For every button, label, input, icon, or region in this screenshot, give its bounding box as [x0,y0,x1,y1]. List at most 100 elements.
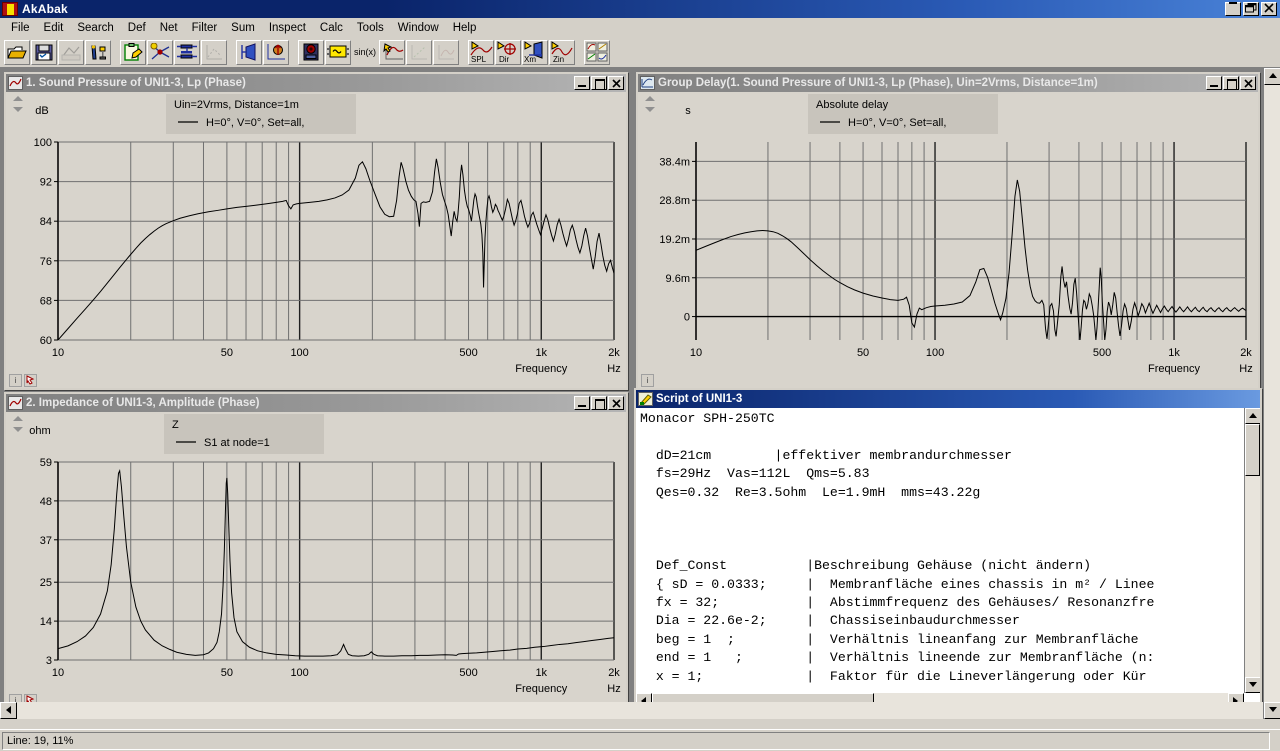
spl-maximize-button[interactable] [591,76,607,90]
menu-search[interactable]: Search [70,20,120,36]
imp-maximize-button[interactable] [591,396,607,410]
cursor-curve-icon[interactable] [379,40,405,65]
menu-help[interactable]: Help [446,20,484,36]
svg-text:Absolute delay: Absolute delay [816,99,889,111]
svg-text:50: 50 [857,347,869,359]
save-icon[interactable] [31,40,57,65]
mdi-vscroll-track[interactable] [1264,85,1280,702]
mdi-hscroll-track[interactable] [17,702,1263,719]
chart-window-icon [8,76,23,90]
svg-text:10: 10 [52,347,64,359]
window-group-delay-titlebar[interactable]: Group Delay(1. Sound Pressure of UNI1-3,… [638,74,1258,92]
window-script[interactable]: Script of UNI1-3 Monacor SPH-250TC dD=21… [634,388,1262,711]
driver-icon[interactable] [236,40,262,65]
window-group-delay-title: Group Delay(1. Sound Pressure of UNI1-3,… [658,77,1206,89]
mdi-scroll-left-button[interactable] [0,702,17,719]
minimize-button[interactable] [1225,2,1241,16]
mdi-scroll-down-button[interactable] [1264,702,1280,719]
menu-edit[interactable]: Edit [37,20,71,36]
xm-icon[interactable]: Xm [522,40,548,65]
paste-graph-icon[interactable] [85,40,111,65]
svg-text:s: s [685,105,691,117]
main-window-controls [1225,2,1277,16]
spl-close-button[interactable] [608,76,624,90]
multiplot-icon[interactable] [584,40,610,65]
menu-window[interactable]: Window [391,20,446,36]
group-delay-plot[interactable]: 09.6m19.2m28.8m38.4ms10501005001k2kFrequ… [638,92,1258,388]
enclosure-icon[interactable] [298,40,324,65]
svg-text:Hz: Hz [607,683,620,695]
window-script-titlebar[interactable]: Script of UNI1-3 [636,390,1260,408]
window-group-delay[interactable]: Group Delay(1. Sound Pressure of UNI1-3,… [636,72,1260,390]
gd-info-icon[interactable]: i [641,374,654,387]
imp-minimize-button[interactable] [574,396,590,410]
menu-tools[interactable]: Tools [350,20,391,36]
menu-inspect[interactable]: Inspect [262,20,313,36]
gd-close-button[interactable] [1240,76,1256,90]
svg-text:9.6m: 9.6m [666,273,690,285]
spl-plot[interactable]: 6068768492100dB10501005001k2kFrequencyHz… [6,92,626,388]
mdi-horizontal-scrollbar[interactable] [0,702,1263,719]
script-editor-body[interactable]: Monacor SPH-250TC dD=21cm |effektiver me… [636,408,1260,709]
script-vertical-scrollbar[interactable] [1244,408,1260,693]
svg-text:76: 76 [40,256,52,268]
mdi-scroll-up-button[interactable] [1264,68,1280,85]
svg-text:28.8m: 28.8m [659,195,690,207]
menu-def[interactable]: Def [121,20,153,36]
window-impedance-titlebar[interactable]: 2. Impedance of UNI1-3, Amplitude (Phase… [6,394,626,412]
gd-minimize-button[interactable] [1206,76,1222,90]
print-icon[interactable] [58,40,84,65]
open-icon[interactable] [4,40,30,65]
svg-text:Hz: Hz [607,363,620,375]
group-delay-window-icon [640,76,655,90]
script-scroll-up-button[interactable] [1245,408,1260,424]
mdi-vertical-scrollbar[interactable] [1263,68,1280,719]
sin-x-icon[interactable]: sin(x) [352,40,378,65]
menu-filter[interactable]: Filter [185,20,225,36]
window-sound-pressure-titlebar[interactable]: 1. Sound Pressure of UNI1-3, Lp (Phase) [6,74,626,92]
window-impedance[interactable]: 2. Impedance of UNI1-3, Amplitude (Phase… [4,392,628,710]
svg-text:37: 37 [40,535,52,547]
svg-text:92: 92 [40,177,52,189]
menu-calc[interactable]: Calc [313,20,350,36]
clipboard-edit-icon[interactable] [120,40,146,65]
main-titlebar: AkAbak [0,0,1280,18]
spl-minimize-button[interactable] [574,76,590,90]
script-scroll-down-button[interactable] [1245,677,1260,693]
imp-range-spinner[interactable] [12,416,24,432]
svg-text:48: 48 [40,496,52,508]
script-source-text[interactable]: Monacor SPH-250TC dD=21cm |effektiver me… [640,410,1154,709]
sin-x-label: sin(x) [354,47,376,57]
spl-icon[interactable]: SPL [468,40,494,65]
menu-file[interactable]: File [4,20,37,36]
filter-block-icon[interactable] [174,40,200,65]
window-sound-pressure[interactable]: 1. Sound Pressure of UNI1-3, Lp (Phase) … [4,72,628,390]
svg-text:Dir: Dir [499,55,510,63]
script-vscroll-track[interactable] [1245,424,1260,677]
window-impedance-controls [574,396,624,410]
menu-net[interactable]: Net [153,20,185,36]
gd-bottom-bar: i [638,372,654,388]
node-network-icon[interactable] [147,40,173,65]
svg-text:60: 60 [40,335,52,347]
spl-cursor-icon[interactable] [24,374,37,387]
zin-icon[interactable]: Zin [549,40,575,65]
script-vscroll-thumb[interactable] [1245,424,1260,476]
gd-maximize-button[interactable] [1223,76,1239,90]
close-button[interactable] [1261,2,1277,16]
imp-close-button[interactable] [608,396,624,410]
menu-sum[interactable]: Sum [224,20,262,36]
dir-icon[interactable]: Dir [495,40,521,65]
restore-button[interactable] [1243,2,1259,16]
impedance-plot[interactable]: 31425374859ohm10501005001k2kFrequencyHzZ… [6,412,626,708]
script-window-icon [638,392,653,406]
spl-range-spinner[interactable] [12,96,24,112]
radiator-icon[interactable] [263,40,289,65]
curve-disabled-icon [201,40,227,65]
svg-text:1k: 1k [535,667,547,679]
svg-text:Frequency: Frequency [1148,363,1200,375]
gd-range-spinner[interactable] [644,96,656,112]
network-box-icon[interactable] [325,40,351,65]
spl-info-icon[interactable]: i [9,374,22,387]
akabak-app-icon [2,2,18,16]
